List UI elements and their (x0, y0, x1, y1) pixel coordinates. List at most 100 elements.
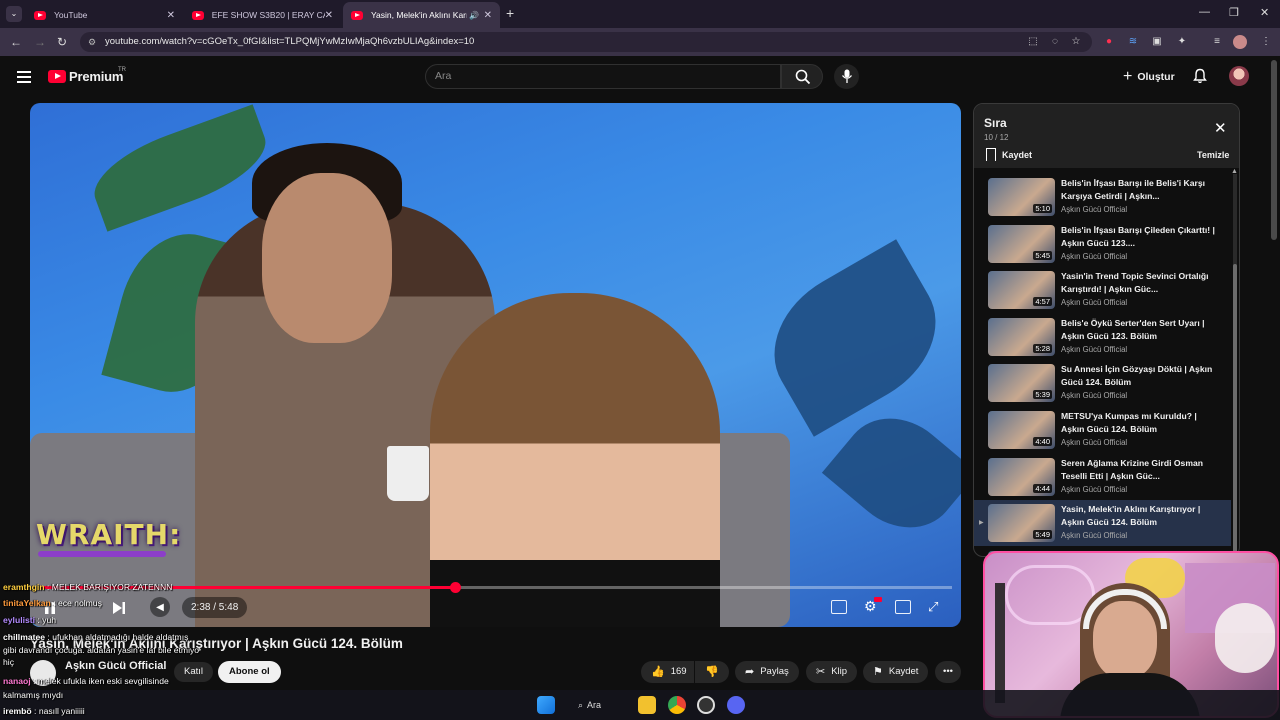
eye-off-icon[interactable]: ◌ (1048, 35, 1062, 49)
save-button[interactable]: ⚑ Kaydet (863, 661, 929, 683)
obs-icon[interactable] (697, 696, 715, 714)
more-horizontal-icon: ••• (943, 666, 953, 677)
queue-item[interactable]: 4:57 Yasin'in Trend Topic Sevinci Ortalığ… (974, 267, 1231, 313)
queue-clear-button[interactable]: Temizle (1197, 150, 1229, 160)
profile-icon[interactable] (1233, 35, 1247, 49)
chat-text: melek ufukla iken eski sevgilisinde (37, 676, 169, 686)
install-icon[interactable]: ⬚ (1026, 35, 1040, 49)
queue-item-title: Yasin, Melek'in Aklını Karıştırıyor | Aş… (1061, 504, 1201, 528)
reload-icon[interactable]: ↻ (57, 35, 67, 49)
tab-youtube[interactable]: YouTube ✕ (26, 2, 183, 28)
more-actions-button[interactable]: ••• (935, 661, 961, 683)
browser-menu-icon[interactable]: ⋮ (1259, 35, 1273, 49)
subscribe-button[interactable]: Abone ol (218, 661, 281, 683)
theater-mode-icon[interactable] (895, 600, 911, 614)
chrome-icon[interactable] (668, 696, 686, 714)
queue-item[interactable]: ▶ 5:49 Yasin, Melek'in Aklını Karıştırıyor… (974, 500, 1231, 547)
tab-efe-show[interactable]: EFE SHOW S3B20 | ERAY CAN © ✕ (184, 2, 341, 28)
chat-message: tinitaYelkan : ece nolmuş (3, 598, 102, 608)
join-button[interactable]: Katıl (174, 662, 214, 682)
dislike-button[interactable]: 👎 (695, 661, 729, 683)
windows-start-icon[interactable] (537, 696, 555, 714)
forward-icon[interactable]: → (34, 35, 46, 49)
queue-item-title: Yasin'in Trend Topic Sevinci Ortalığı Ka… (1061, 271, 1209, 295)
close-window-icon[interactable]: ✕ (1260, 6, 1269, 19)
queue-item[interactable]: 4:40 METSU'ya Kumpas mı Kuruldu? | Aşkın … (974, 407, 1231, 453)
search-input[interactable]: Ara (425, 64, 781, 89)
plush-toy (1215, 603, 1275, 673)
queue-thumbnail: 5:49 (988, 504, 1055, 543)
close-queue-icon[interactable]: ✕ (1214, 119, 1227, 137)
bookmark-star-icon[interactable]: ☆ (1069, 35, 1083, 49)
fullscreen-icon[interactable]: ⤢ (928, 599, 938, 615)
queue-thumbnail: 4:44 (988, 457, 1055, 496)
subtitles-icon[interactable] (831, 600, 847, 614)
queue-item[interactable]: 5:10 Belis'in İfşası Barışı ile Belis'i K… (974, 174, 1231, 220)
share-button[interactable]: ➦ Paylaş (735, 661, 799, 683)
restore-icon[interactable]: ❐ (1229, 6, 1239, 19)
taskbar-search[interactable]: ⌕ Ara (578, 696, 601, 714)
page-scrollbar[interactable] (1271, 60, 1277, 240)
extension-ublock-icon[interactable]: ▣ (1150, 35, 1164, 49)
volume-button[interactable]: ◀ (150, 597, 170, 617)
file-explorer-icon[interactable] (638, 696, 656, 714)
chat-text: gibi davrandı çocuğa. aldatan yasin'e la… (3, 645, 200, 655)
queue-item-channel: Aşkın Gücü Official (1061, 298, 1128, 308)
discord-icon[interactable] (727, 696, 745, 714)
queue-item[interactable]: 4:44 Seren Ağlama Krizine Girdi Osman Tes… (974, 454, 1231, 500)
close-tab-icon[interactable]: ✕ (484, 10, 492, 21)
back-icon[interactable]: ← (10, 35, 22, 49)
queue-item[interactable]: 5:45 Belis'in İfşası Barışı Çileden Çıkar… (974, 221, 1231, 267)
chat-message: gibi davrandı çocuğa. aldatan yasin'e la… (3, 645, 199, 655)
url-field[interactable]: ⚙ youtube.com/watch?v=cGOeTx_0fGI&list=T… (80, 32, 1092, 52)
queue-item[interactable]: 5:39 Su Annesi İçin Gözyaşı Döktü | Aşkın… (974, 360, 1231, 406)
scrubber-handle[interactable] (449, 582, 461, 593)
minimize-icon[interactable]: — (1199, 6, 1210, 18)
clip-button[interactable]: ✂ Klip (806, 661, 858, 683)
youtube-premium-logo[interactable]: Premium TR (48, 67, 126, 84)
extension-audio-icon[interactable]: ≋ (1126, 35, 1140, 49)
extension-red-icon[interactable]: ● (1102, 35, 1116, 49)
next-icon (113, 602, 125, 614)
logo-text: Premium (69, 69, 124, 84)
chat-message: irembö : nasıll yaniiiii (3, 706, 85, 716)
queue-item-title: Belis'in İfşası Barışı ile Belis'i Karşı… (1061, 178, 1206, 201)
like-button[interactable]: 👍 169 (641, 661, 694, 683)
create-button[interactable]: + Oluştur (1115, 64, 1183, 89)
search-button[interactable] (781, 64, 823, 89)
site-info-icon[interactable]: ⚙ (88, 32, 96, 52)
video-player[interactable]: WRAITH: (30, 103, 961, 627)
chat-text: nasıll yaniiiii (38, 706, 85, 716)
queue-duration: 5:49 (1033, 530, 1052, 540)
thumbs-down-icon: 👎 (705, 666, 719, 678)
queue-item[interactable]: 5:28 Belis'e Öykü Serter'den Sert Uyarı |… (974, 314, 1231, 360)
speaker-icon[interactable]: 🔊 (469, 11, 479, 20)
queue-duration: 5:10 (1033, 204, 1052, 213)
extensions-puzzle-icon[interactable]: ✦ (1175, 35, 1189, 49)
reading-list-icon[interactable]: ≡ (1210, 35, 1224, 49)
scroll-up-icon[interactable]: ▲ (1231, 168, 1238, 175)
plus-icon: + (1123, 67, 1133, 85)
voice-search-button[interactable] (834, 64, 859, 89)
close-tab-icon[interactable]: ✕ (167, 10, 175, 21)
chat-message: eramthgin : MELEK BARIŞIYOR ZATENNN (3, 582, 173, 592)
tab-list-icon[interactable]: ⌄ (6, 6, 22, 22)
chat-message: kalmamış mıydı (3, 690, 63, 700)
close-tab-icon[interactable]: ✕ (325, 10, 333, 21)
notifications-bell-icon[interactable] (1192, 68, 1208, 84)
new-tab-icon[interactable]: + (506, 5, 514, 21)
tab-current-video[interactable]: Yasin, Melek'in Aklını Karışt 🔊 ✕ (343, 2, 500, 28)
thumbs-up-icon: 👍 (651, 666, 665, 678)
queue-thumbnail: 4:40 (988, 411, 1055, 449)
user-avatar[interactable] (1229, 66, 1249, 86)
browser-tab-bar: ⌄ YouTube ✕ EFE SHOW S3B20 | ERAY CAN © … (0, 0, 1280, 28)
next-button[interactable] (112, 597, 126, 619)
queue-save-button[interactable]: Kaydet (986, 148, 1032, 161)
queue-thumbnail: 5:39 (988, 364, 1055, 403)
queue-item-title: Su Annesi İçin Gözyaşı Döktü | Aşkın Güc… (1061, 364, 1213, 388)
channel-name[interactable]: Aşkın Gücü Official (65, 660, 166, 672)
hamburger-menu-icon[interactable] (17, 71, 31, 83)
queue-scrollbar-thumb[interactable] (1233, 264, 1237, 554)
playlist-queue-panel: Sıra 10 / 12 ✕ Kaydet Temizle 5:10 Belis'… (973, 103, 1240, 557)
queue-duration: 5:28 (1033, 343, 1052, 353)
